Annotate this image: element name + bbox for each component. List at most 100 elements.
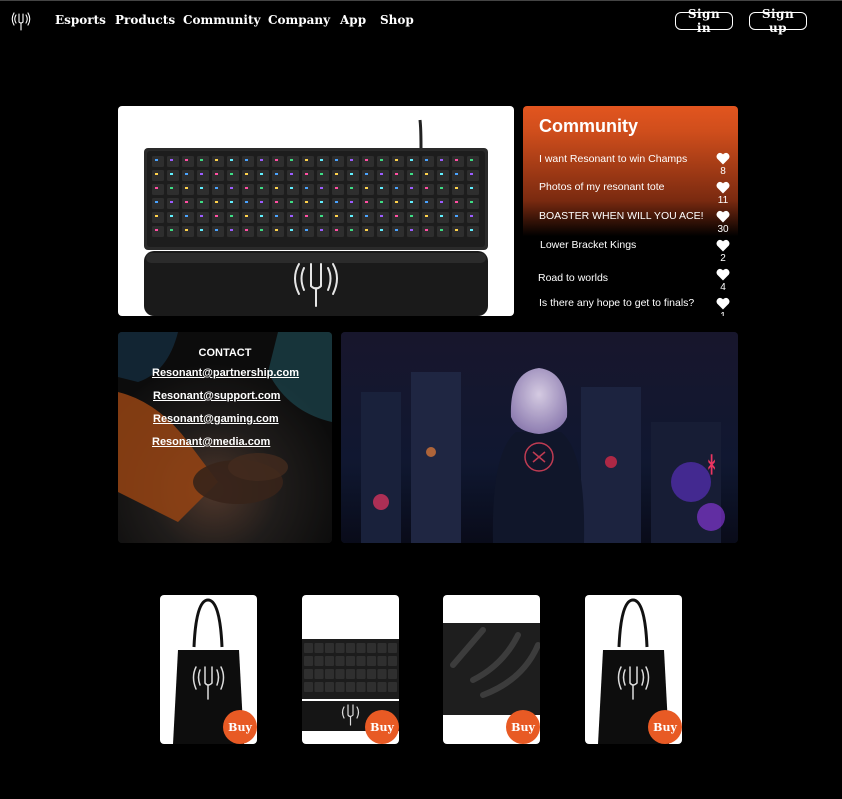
key-glow xyxy=(440,159,443,161)
sign-in-button[interactable]: Sign in xyxy=(675,7,733,35)
key-glow xyxy=(185,229,188,231)
keycap xyxy=(197,170,209,181)
key-glow xyxy=(245,173,248,175)
keycap xyxy=(302,198,314,209)
keycap xyxy=(257,212,269,223)
product-card-tote-1[interactable]: Buy xyxy=(160,595,257,744)
keycap xyxy=(317,198,329,209)
community-post[interactable]: BOASTER WHEN WILL YOU ACE! xyxy=(539,210,704,222)
keycap xyxy=(325,669,334,679)
keycap xyxy=(422,170,434,181)
buy-button[interactable]: Buy xyxy=(506,710,540,744)
email-link-support[interactable]: Resonant@support.com xyxy=(153,390,280,402)
heart-icon[interactable] xyxy=(716,210,730,223)
keycap xyxy=(242,184,254,195)
keycap xyxy=(257,198,269,209)
key-glow xyxy=(260,173,263,175)
heart-icon[interactable] xyxy=(716,239,730,252)
keycap xyxy=(392,198,404,209)
key-glow xyxy=(170,201,173,203)
keycap xyxy=(388,643,397,653)
keycap xyxy=(367,656,376,666)
keycap xyxy=(302,184,314,195)
keycap xyxy=(272,226,284,237)
community-post[interactable]: Lower Bracket Kings xyxy=(540,239,636,251)
keycap xyxy=(317,184,329,195)
keycap xyxy=(346,682,355,692)
email-link-partnership[interactable]: Resonant@partnership.com xyxy=(152,367,299,379)
keycap xyxy=(152,156,164,167)
keycap xyxy=(392,226,404,237)
heart-icon[interactable] xyxy=(716,152,730,165)
keycap xyxy=(302,170,314,181)
buy-button[interactable]: Buy xyxy=(365,710,399,744)
key-glow xyxy=(410,173,413,175)
keycap xyxy=(437,170,449,181)
key-glow xyxy=(215,229,218,231)
city-hero-image[interactable]: ᚼ xyxy=(341,332,738,543)
buy-button[interactable]: Buy xyxy=(648,710,682,744)
buy-button[interactable]: Buy xyxy=(223,710,257,744)
key-glow xyxy=(155,201,158,203)
key-glow xyxy=(455,215,458,217)
community-post[interactable]: Road to worlds xyxy=(538,272,608,284)
key-glow xyxy=(215,215,218,217)
keycap xyxy=(325,682,334,692)
keycap xyxy=(167,198,179,209)
key-glow xyxy=(365,201,368,203)
nav-products[interactable]: Products xyxy=(115,13,175,27)
product-card-tote-2[interactable]: Buy xyxy=(585,595,682,744)
sign-up-button[interactable]: Sign up xyxy=(749,7,807,35)
product-card-keyboard[interactable]: Buy xyxy=(302,595,399,744)
keycap xyxy=(377,643,387,653)
key-glow xyxy=(260,215,263,217)
key-glow xyxy=(215,173,218,175)
key-glow xyxy=(200,173,203,175)
heart-icon[interactable] xyxy=(716,268,730,281)
keycap xyxy=(407,170,419,181)
key-glow xyxy=(200,201,203,203)
keycap xyxy=(242,198,254,209)
key-glow xyxy=(290,159,293,161)
nav-esports[interactable]: Esports xyxy=(55,13,106,27)
keycap xyxy=(467,156,479,167)
keycap xyxy=(407,184,419,195)
keycap xyxy=(356,643,366,653)
nav-community[interactable]: Community xyxy=(183,13,260,27)
keycap xyxy=(367,643,376,653)
keycap xyxy=(302,212,314,223)
tuning-fork-logo-icon[interactable] xyxy=(10,10,32,32)
key-glow xyxy=(455,201,458,203)
keycap xyxy=(287,198,299,209)
community-post[interactable]: Photos of my resonant tote xyxy=(539,181,665,193)
product-card-mousepad[interactable]: Buy xyxy=(443,595,540,744)
nav-company[interactable]: Company xyxy=(268,13,330,27)
key-glow xyxy=(200,159,203,161)
keycap xyxy=(272,184,284,195)
email-link-gaming[interactable]: Resonant@gaming.com xyxy=(153,413,279,425)
keycap xyxy=(182,198,194,209)
keycap xyxy=(325,643,334,653)
key-glow xyxy=(440,201,443,203)
heart-icon[interactable] xyxy=(716,181,730,194)
community-post[interactable]: Is there any hope to get to finals? xyxy=(539,297,694,309)
key-glow xyxy=(305,159,308,161)
keycap xyxy=(167,170,179,181)
keycap xyxy=(257,184,269,195)
keycap xyxy=(332,156,344,167)
key-glow xyxy=(320,173,323,175)
keycap xyxy=(304,643,313,653)
heart-icon[interactable] xyxy=(716,297,730,310)
email-link-media[interactable]: Resonant@media.com xyxy=(152,436,270,448)
keycap xyxy=(452,170,464,181)
key-glow xyxy=(275,229,278,231)
key-glow xyxy=(365,215,368,217)
keycap xyxy=(467,198,479,209)
community-post[interactable]: I want Resonant to win Champs xyxy=(539,153,687,165)
key-glow xyxy=(215,187,218,189)
keycap xyxy=(314,682,324,692)
keyboard-hero-image[interactable] xyxy=(118,106,514,316)
key-glow xyxy=(245,159,248,161)
nav-app[interactable]: App xyxy=(340,13,366,27)
nav-shop[interactable]: Shop xyxy=(380,13,414,27)
